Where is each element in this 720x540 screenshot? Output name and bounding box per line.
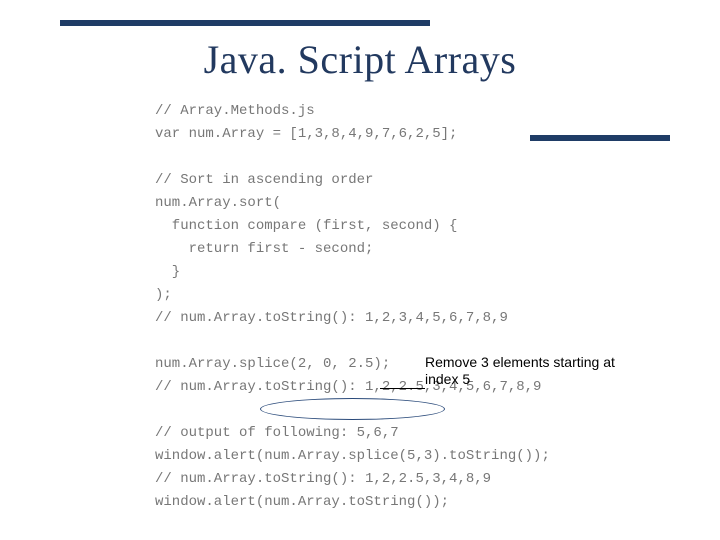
code-line: // num.Array.toString(): 1,2,2.5,3,4,8,9: [155, 471, 491, 487]
code-line: }: [155, 264, 180, 280]
slide: Java. Script Arrays // Array.Methods.js …: [0, 0, 720, 540]
code-line: function compare (first, second) {: [155, 218, 457, 234]
callout-text: Remove 3 elements starting at index 5: [425, 354, 615, 388]
code-line: );: [155, 287, 172, 303]
highlight-ellipse: [260, 398, 445, 420]
code-block: // Array.Methods.js var num.Array = [1,3…: [155, 100, 665, 514]
top-rule: [60, 20, 430, 26]
code-line: // Array.Methods.js: [155, 103, 315, 119]
code-line: // output of following: 5,6,7: [155, 425, 399, 441]
code-line: // num.Array.toString(): 1,2,3,4,5,6,7,8…: [155, 310, 508, 326]
code-line: return first - second;: [155, 241, 373, 257]
code-line: num.Array.splice(2, 0, 2.5);: [155, 356, 390, 372]
callout-connector: [380, 388, 425, 389]
code-line: num.Array.sort(: [155, 195, 281, 211]
code-line: window.alert(num.Array.splice(5,3).toStr…: [155, 448, 550, 464]
code-line: var num.Array = [1,3,8,4,9,7,6,2,5];: [155, 126, 457, 142]
code-line: window.alert(num.Array.toString());: [155, 494, 449, 510]
slide-title: Java. Script Arrays: [55, 36, 665, 83]
code-line: // Sort in ascending order: [155, 172, 373, 188]
